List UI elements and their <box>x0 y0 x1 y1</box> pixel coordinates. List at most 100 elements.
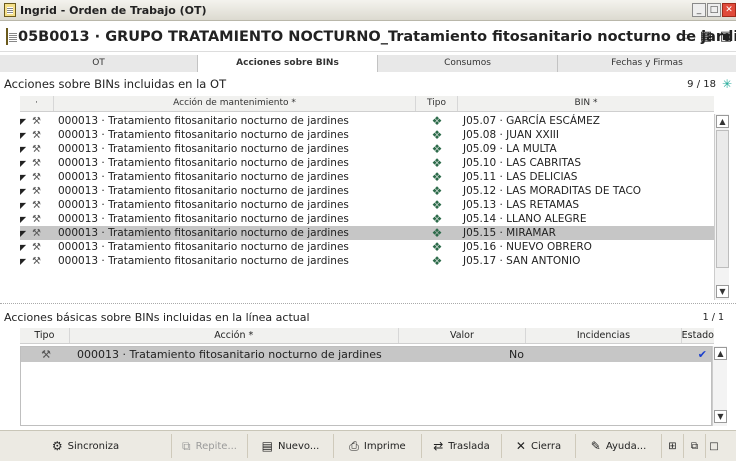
wrench-icon: ⚒ <box>32 213 41 225</box>
header-tools: ⌕ ▦ ▣ <box>678 29 734 45</box>
row-accion: 000013 · Tratamiento fitosanitario noctu… <box>58 157 349 169</box>
bin-type-icon: ❖ <box>431 156 443 170</box>
wrench-icon: ⚒ <box>32 227 41 239</box>
col-marker[interactable]: · <box>20 96 54 111</box>
imprime-button[interactable]: ⎙ Imprime <box>334 434 422 458</box>
row-marker-icon: ◤ <box>20 144 27 154</box>
table-row[interactable]: ◤ ⚒ 000013 · Tratamiento fitosanitario noc… <box>20 156 714 170</box>
table-row[interactable]: ◤ ⚒ 000013 · Tratamiento fitosanitario noc… <box>20 198 714 212</box>
bins-scrollbar[interactable]: ▲ ▼ <box>714 114 729 300</box>
col-tipo[interactable]: Tipo <box>416 96 458 111</box>
maximize-icon[interactable]: □ <box>707 3 721 17</box>
table-row[interactable]: ◤ ⚒ 000013 · Tratamiento fitosanitario noc… <box>20 240 714 254</box>
ayuda-button[interactable]: ✎ Ayuda... <box>576 434 662 458</box>
row-accion: 000013 · Tratamiento fitosanitario noctu… <box>58 171 349 183</box>
tab-bar: OT Acciones sobre BINs Consumos Fechas y… <box>0 55 736 72</box>
table-row[interactable]: ◤ ⚒ 000013 · Tratamiento fitosanitario noc… <box>20 128 714 142</box>
wrench-icon: ⚒ <box>32 143 41 155</box>
row-accion: 000013 · Tratamiento fitosanitario noctu… <box>58 255 349 267</box>
bin-type-icon: ❖ <box>431 198 443 212</box>
col2-valor[interactable]: Valor <box>399 328 527 343</box>
row-marker-icon: ◤ <box>20 214 27 224</box>
row-accion: 000013 · Tratamiento fitosanitario noctu… <box>58 241 349 253</box>
row-accion: 000013 · Tratamiento fitosanitario noctu… <box>58 143 349 155</box>
basic-scrollbar[interactable]: ▲ ▼ <box>712 346 727 426</box>
tab-fechas-firmas[interactable]: Fechas y Firmas <box>558 55 736 72</box>
refresh-icon[interactable]: ✳ <box>722 77 732 91</box>
row-marker-icon: ◤ <box>20 116 27 126</box>
window-titlebar: Ingrid - Orden de Trabajo (OT) _ □ ✕ <box>0 0 736 21</box>
bin-type-icon: ❖ <box>431 184 443 198</box>
binoculars-icon[interactable]: ⌕ <box>678 29 694 45</box>
record-counter-2: 1 / 1 <box>702 311 724 323</box>
table-row[interactable]: ◤ ⚒ 000013 · Tratamiento fitosanitario noc… <box>20 114 714 128</box>
bins-list: ◤ ⚒ 000013 · Tratamiento fitosanitario noc… <box>20 114 714 302</box>
order-icon <box>6 28 17 45</box>
traslada-label: Traslada <box>448 440 490 452</box>
scroll-up-icon[interactable]: ▲ <box>716 115 729 128</box>
page-icon[interactable]: □ <box>706 434 722 458</box>
close-x-icon: ✕ <box>515 439 526 453</box>
table-row[interactable]: ◤ ⚒ 000013 · Tratamiento fitosanitario noc… <box>20 254 714 268</box>
close-icon[interactable]: ✕ <box>722 3 736 17</box>
wrench-icon: ⚒ <box>32 129 41 141</box>
cierra-label: Cierra <box>530 440 562 452</box>
nuevo-label: Nuevo... <box>277 440 320 452</box>
tool-icon: ⚒ <box>41 348 51 361</box>
printer-icon: ⎙ <box>349 438 359 453</box>
record-counter: 9 / 18 <box>687 78 716 90</box>
row-marker-icon: ◤ <box>20 228 27 238</box>
row-accion: 000013 · Tratamiento fitosanitario noctu… <box>58 115 349 127</box>
tab-acciones-bins[interactable]: Acciones sobre BINs <box>198 55 378 72</box>
grid-header: · Acción de mantenimiento * Tipo BIN * <box>20 96 714 112</box>
row-marker-icon: ◤ <box>20 200 27 210</box>
row-bin: J05.13 · LAS RETAMAS <box>463 199 580 211</box>
repeat-icon: ⧉ <box>182 438 191 453</box>
minimize-icon[interactable]: _ <box>692 3 706 17</box>
sincroniza-button[interactable]: ⚙ Sincroniza <box>0 434 172 458</box>
row-valor[interactable]: No <box>401 348 529 361</box>
imprime-label: Imprime <box>363 440 406 452</box>
table-row[interactable]: ◤ ⚒ 000013 · Tratamiento fitosanitario noc… <box>20 226 714 240</box>
section-divider <box>0 303 736 304</box>
section-title: Acciones sobre BINs incluidas en la OT <box>4 77 227 91</box>
help-icon: ✎ <box>590 439 601 453</box>
sync-icon: ⚙ <box>51 439 63 453</box>
transfer-icon: ⇄ <box>433 439 444 453</box>
nuevo-button[interactable]: ▤ Nuevo... <box>248 434 334 458</box>
row-bin: J05.07 · GARCÍA ESCÁMEZ <box>463 115 600 127</box>
row-accion: 000013 · Tratamiento fitosanitario noctu… <box>58 227 349 239</box>
add-row-icon[interactable]: ⊞ <box>662 434 684 458</box>
col2-incidencias[interactable]: Incidencias <box>526 328 682 343</box>
row-bin: J05.08 · JUAN XXIII <box>463 129 560 141</box>
table-row[interactable]: ◤ ⚒ 000013 · Tratamiento fitosanitario noc… <box>20 184 714 198</box>
col2-tipo[interactable]: Tipo <box>20 328 70 343</box>
bin-type-icon: ❖ <box>431 128 443 142</box>
calendar-icon[interactable]: ▦ <box>698 29 714 45</box>
copy-icon[interactable]: ⧉ <box>684 434 706 458</box>
scroll-down-icon[interactable]: ▼ <box>714 410 727 423</box>
col2-estado[interactable]: Estado <box>682 328 714 343</box>
bin-type-icon: ❖ <box>431 142 443 156</box>
repite-button[interactable]: ⧉ Repite... <box>172 434 248 458</box>
table-row[interactable]: ◤ ⚒ 000013 · Tratamiento fitosanitario noc… <box>20 142 714 156</box>
checkmark-icon[interactable]: ✔ <box>685 348 711 361</box>
scroll-thumb[interactable] <box>716 130 729 268</box>
col-accion[interactable]: Acción de mantenimiento * <box>54 96 416 111</box>
cierra-button[interactable]: ✕ Cierra <box>502 434 576 458</box>
row-bin: J05.14 · LLANO ALEGRE <box>463 213 587 225</box>
bin-type-icon: ❖ <box>431 226 443 240</box>
scroll-up-icon[interactable]: ▲ <box>714 347 727 360</box>
scroll-down-icon[interactable]: ▼ <box>716 285 729 298</box>
col2-accion[interactable]: Acción * <box>70 328 399 343</box>
table-row[interactable]: ◤ ⚒ 000013 · Tratamiento fitosanitario noc… <box>20 170 714 184</box>
row-bin: J05.16 · NUEVO OBRERO <box>463 241 592 253</box>
tab-ot[interactable]: OT <box>0 55 198 72</box>
col-bin[interactable]: BIN * <box>458 96 714 111</box>
traslada-button[interactable]: ⇄ Traslada <box>422 434 502 458</box>
table-row[interactable]: ⚒ 000013 · Tratamiento fitosanitario noc… <box>21 347 711 362</box>
new-document-icon: ▤ <box>261 439 273 453</box>
table-row[interactable]: ◤ ⚒ 000013 · Tratamiento fitosanitario noc… <box>20 212 714 226</box>
tab-consumos[interactable]: Consumos <box>378 55 558 72</box>
save-icon[interactable]: ▣ <box>718 29 734 45</box>
